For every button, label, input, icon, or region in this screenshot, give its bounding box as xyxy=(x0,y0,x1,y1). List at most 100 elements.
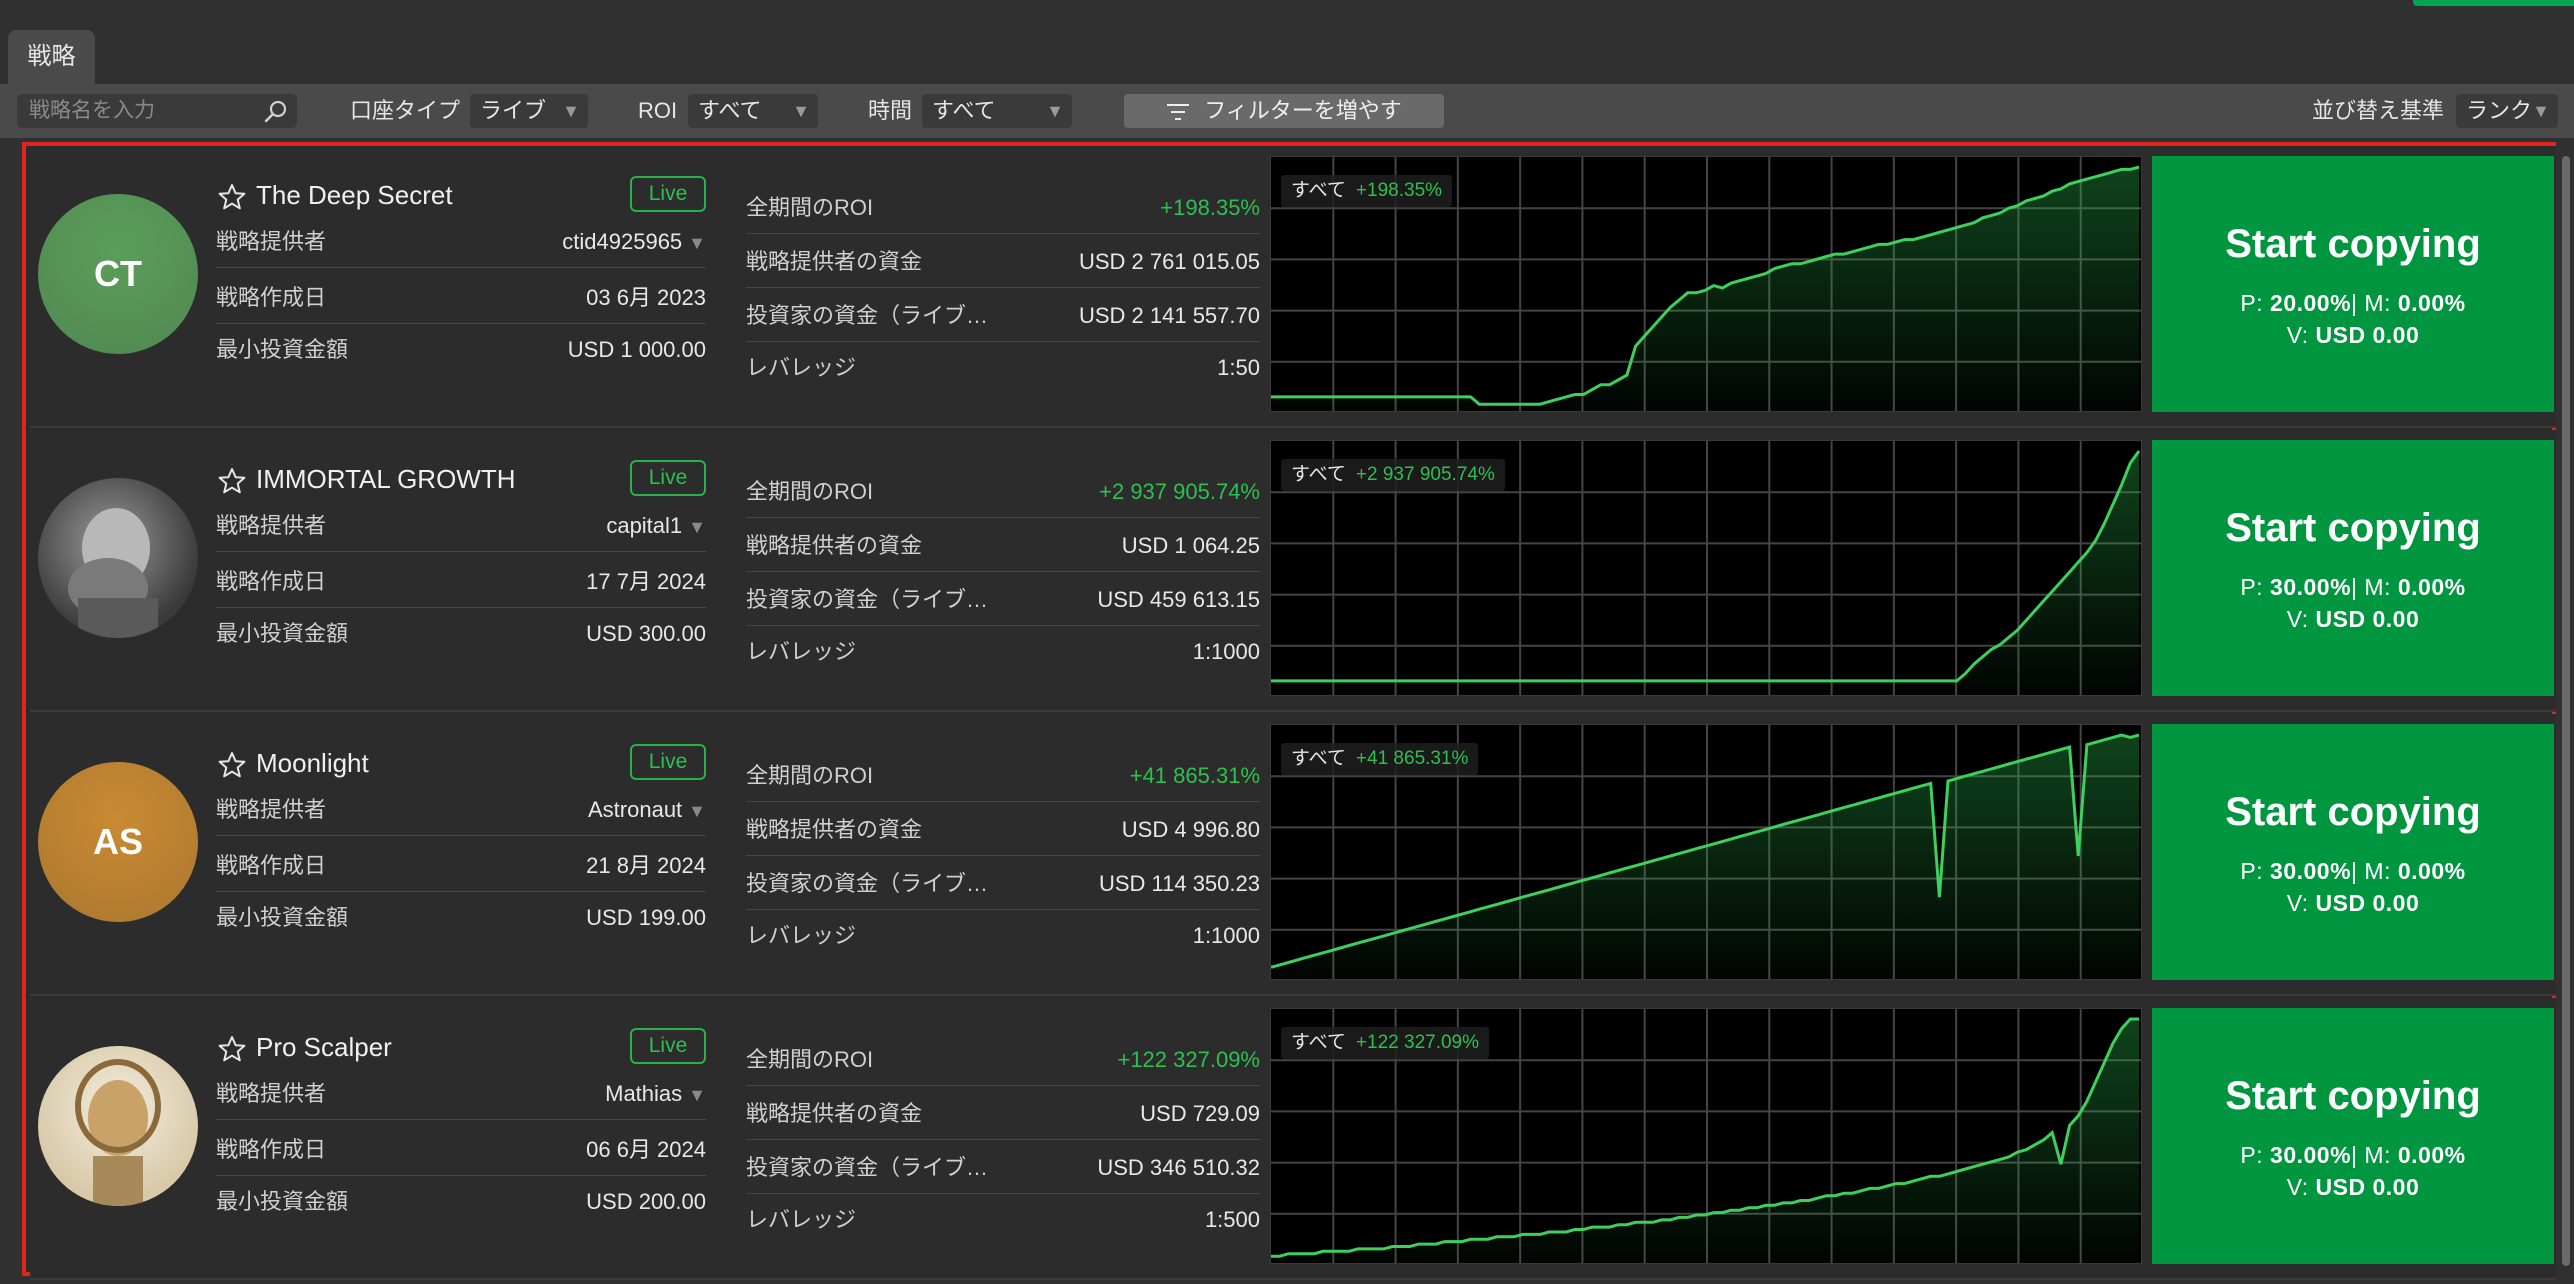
chart-roi-value: +2 937 905.74% xyxy=(1355,464,1495,485)
strategy-card[interactable]: AS Moonlight Live 戦略提供者 Astronaut ▼ 戦略作成日… xyxy=(30,714,2556,996)
fee-line-v: V: USD 0.00 xyxy=(2286,890,2420,916)
strategy-name[interactable]: The Deep Secret xyxy=(256,180,453,211)
roi-value: +122 327.09% xyxy=(1117,1047,1260,1072)
investor-funds-value: USD 346 510.32 xyxy=(1097,1155,1260,1180)
roi-row: 全期間のROI +122 327.09% xyxy=(746,1034,1260,1086)
star-icon[interactable] xyxy=(217,750,247,780)
provider-label: 戦略提供者 xyxy=(216,797,327,822)
investor-funds-label: 投資家の資金（ライブ… xyxy=(746,1155,989,1180)
star-icon[interactable] xyxy=(217,182,247,212)
search-icon[interactable] xyxy=(263,99,289,125)
min-investment-value: USD 200.00 xyxy=(586,1189,706,1214)
live-badge: Live xyxy=(630,176,706,212)
start-copying-button[interactable]: Start copying P: 30.00%| M: 0.00% V: USD… xyxy=(2152,1008,2554,1264)
roi-label: 全期間のROI xyxy=(746,1047,874,1072)
created-label: 戦略作成日 xyxy=(216,1137,327,1162)
more-filters-label: フィルターを増やす xyxy=(1204,98,1402,123)
search-input[interactable] xyxy=(17,94,269,128)
start-copying-button[interactable]: Start copying P: 20.00%| M: 0.00% V: USD… xyxy=(2152,156,2554,412)
fee-line-v: V: USD 0.00 xyxy=(2286,322,2420,348)
time-value: すべて xyxy=(932,98,996,123)
time-select[interactable]: すべて ▼ xyxy=(922,94,1072,128)
strategy-card[interactable]: CT The Deep Secret Live 戦略提供者 ctid492596… xyxy=(30,146,2556,428)
equity-chart[interactable]: すべて +41 865.31% xyxy=(1270,724,2142,980)
min-investment-row: 最小投資金額 USD 200.00 xyxy=(216,1176,706,1228)
investor-funds-label: 投資家の資金（ライブ… xyxy=(746,871,989,896)
roi-row: 全期間のROI +41 865.31% xyxy=(746,750,1260,802)
chevron-down-icon: ▼ xyxy=(688,1085,706,1105)
chevron-down-icon: ▼ xyxy=(2532,101,2550,121)
chevron-down-icon: ▼ xyxy=(688,517,706,537)
roi-select[interactable]: すべて ▼ xyxy=(688,94,818,128)
created-value: 17 7月 2024 xyxy=(586,569,706,594)
roi-row: 全期間のROI +2 937 905.74% xyxy=(746,466,1260,518)
leverage-row: レバレッジ 1:50 xyxy=(746,342,1260,394)
created-value: 21 8月 2024 xyxy=(586,853,706,878)
leverage-value: 1:50 xyxy=(1217,355,1260,380)
roi-value: +41 865.31% xyxy=(1129,763,1260,788)
roi-value: +198.35% xyxy=(1160,195,1260,220)
roi-value: +2 937 905.74% xyxy=(1099,479,1260,504)
provider-value[interactable]: Mathias ▼ xyxy=(605,1068,706,1121)
avatar xyxy=(38,1046,198,1206)
provider-funds-row: 戦略提供者の資金 USD 2 761 015.05 xyxy=(746,236,1260,288)
provider-label: 戦略提供者 xyxy=(216,229,327,254)
strategy-list: CT The Deep Secret Live 戦略提供者 ctid492596… xyxy=(22,142,2556,1280)
account-type-select[interactable]: ライブ ▼ xyxy=(470,94,588,128)
roi-label: 全期間のROI xyxy=(746,195,874,220)
fee-line-pm: P: 30.00%| M: 0.00% xyxy=(2240,1142,2466,1168)
live-badge: Live xyxy=(630,460,706,496)
provider-value[interactable]: Astronaut ▼ xyxy=(588,784,706,837)
start-copying-label: Start copying xyxy=(2225,790,2481,834)
roi-row: 全期間のROI +198.35% xyxy=(746,182,1260,234)
start-copying-label: Start copying xyxy=(2225,1074,2481,1118)
scrollbar[interactable] xyxy=(2562,156,2570,1266)
avatar xyxy=(38,478,198,638)
tab-strip: 戦略 xyxy=(0,0,2574,84)
top-accent-bar xyxy=(2413,0,2574,6)
equity-chart[interactable]: すべて +198.35% xyxy=(1270,156,2142,412)
investor-funds-value: USD 2 141 557.70 xyxy=(1078,303,1260,328)
tab-strategies[interactable]: 戦略 xyxy=(8,30,95,84)
provider-row: 戦略提供者 Astronaut ▼ xyxy=(216,784,706,836)
more-filters-button[interactable]: フィルターを増やす xyxy=(1124,94,1444,128)
provider-value[interactable]: capital1 ▼ xyxy=(606,500,706,553)
sort-select[interactable]: ランク ▼ xyxy=(2456,94,2558,128)
equity-chart[interactable]: すべて +2 937 905.74% xyxy=(1270,440,2142,696)
fee-line-pm: P: 30.00%| M: 0.00% xyxy=(2240,858,2466,884)
roi-value: すべて xyxy=(698,98,762,123)
chart-roi-value: +198.35% xyxy=(1355,180,1443,201)
investor-funds-row: 投資家の資金（ライブ… USD 2 141 557.70 xyxy=(746,290,1260,342)
start-copying-button[interactable]: Start copying P: 30.00%| M: 0.00% V: USD… xyxy=(2152,440,2554,696)
leverage-value: 1:1000 xyxy=(1192,639,1260,664)
fee-line-pm: P: 20.00%| M: 0.00% xyxy=(2240,290,2466,316)
provider-value[interactable]: ctid4925965 ▼ xyxy=(562,216,706,269)
start-copying-button[interactable]: Start copying P: 30.00%| M: 0.00% V: USD… xyxy=(2152,724,2554,980)
provider-funds-label: 戦略提供者の資金 xyxy=(746,1101,923,1126)
min-investment-value: USD 199.00 xyxy=(586,905,706,930)
star-icon[interactable] xyxy=(217,466,247,496)
strategy-name[interactable]: IMMORTAL GROWTH xyxy=(256,464,516,495)
chart-period-label: すべて xyxy=(1291,180,1346,201)
star-icon[interactable] xyxy=(217,1034,247,1064)
provider-row: 戦略提供者 Mathias ▼ xyxy=(216,1068,706,1120)
leverage-label: レバレッジ xyxy=(746,355,857,380)
min-investment-value: USD 300.00 xyxy=(586,621,706,646)
leverage-row: レバレッジ 1:1000 xyxy=(746,626,1260,678)
card-divider xyxy=(30,994,2556,996)
leverage-label: レバレッジ xyxy=(746,923,857,948)
start-copying-label: Start copying xyxy=(2225,222,2481,266)
statue-icon xyxy=(68,508,158,638)
strategy-name[interactable]: Moonlight xyxy=(256,748,369,779)
equity-chart[interactable]: すべて +122 327.09% xyxy=(1270,1008,2142,1264)
min-investment-row: 最小投資金額 USD 300.00 xyxy=(216,608,706,660)
strategy-name[interactable]: Pro Scalper xyxy=(256,1032,392,1063)
provider-funds-row: 戦略提供者の資金 USD 729.09 xyxy=(746,1088,1260,1140)
card-divider xyxy=(30,710,2556,712)
strategy-card[interactable]: Pro Scalper Live 戦略提供者 Mathias ▼ 戦略作成日 06… xyxy=(30,998,2556,1280)
roi-label: 全期間のROI xyxy=(746,763,874,788)
min-investment-label: 最小投資金額 xyxy=(216,337,349,362)
fee-line-v: V: USD 0.00 xyxy=(2286,606,2420,632)
created-value: 06 6月 2024 xyxy=(586,1137,706,1162)
strategy-card[interactable]: IMMORTAL GROWTH Live 戦略提供者 capital1 ▼ 戦略作… xyxy=(30,430,2556,712)
